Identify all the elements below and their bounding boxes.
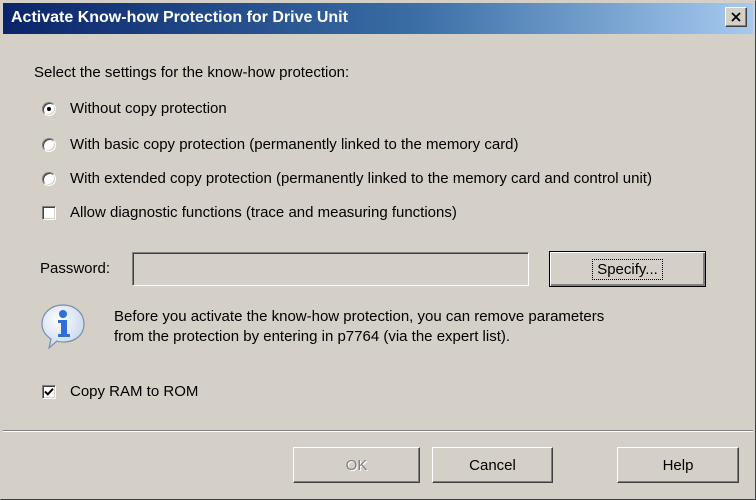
ok-button-label: OK <box>345 456 368 474</box>
close-button[interactable] <box>725 7 747 27</box>
radio-without-copy-protection[interactable] <box>42 102 56 116</box>
dialog-window: Activate Know-how Protection for Drive U… <box>0 0 756 500</box>
password-field[interactable] <box>132 252 529 286</box>
dialog-title: Activate Know-how Protection for Drive U… <box>11 9 348 26</box>
title-bar[interactable]: Activate Know-how Protection for Drive U… <box>3 3 753 34</box>
radio-extended-copy-protection[interactable] <box>42 172 56 186</box>
cancel-button-label: Cancel <box>469 456 516 474</box>
radio-label-without-copy-protection[interactable]: Without copy protection <box>70 100 227 117</box>
radio-label-extended-copy-protection[interactable]: With extended copy protection (permanent… <box>70 170 652 187</box>
ok-button[interactable]: OK <box>293 447 420 483</box>
copy-ram-to-rom-label[interactable]: Copy RAM to ROM <box>70 383 198 400</box>
radio-selected-dot <box>47 107 51 111</box>
radio-basic-copy-protection[interactable] <box>42 138 56 152</box>
cancel-button[interactable]: Cancel <box>432 447 553 483</box>
checkmark-icon <box>44 388 54 396</box>
help-button-label: Help <box>662 456 694 474</box>
radio-label-basic-copy-protection[interactable]: With basic copy protection (permanently … <box>70 136 519 153</box>
diagnostic-functions-checkbox[interactable] <box>42 206 56 220</box>
info-text-line-1: Before you activate the know-how protect… <box>114 308 605 325</box>
info-text-line-2: from the protection by entering in p7764… <box>114 328 511 345</box>
password-label: Password: <box>40 260 111 277</box>
footer-separator <box>3 430 753 432</box>
diagnostic-functions-label[interactable]: Allow diagnostic functions (trace and me… <box>70 204 457 221</box>
settings-heading: Select the settings for the know-how pro… <box>34 64 350 81</box>
specify-button-label: Specify... <box>592 258 663 280</box>
help-button[interactable]: Help <box>617 447 739 483</box>
info-icon <box>41 304 85 350</box>
close-icon <box>731 12 741 22</box>
specify-button[interactable]: Specify... <box>549 251 706 287</box>
copy-ram-to-rom-checkbox[interactable] <box>42 385 56 399</box>
